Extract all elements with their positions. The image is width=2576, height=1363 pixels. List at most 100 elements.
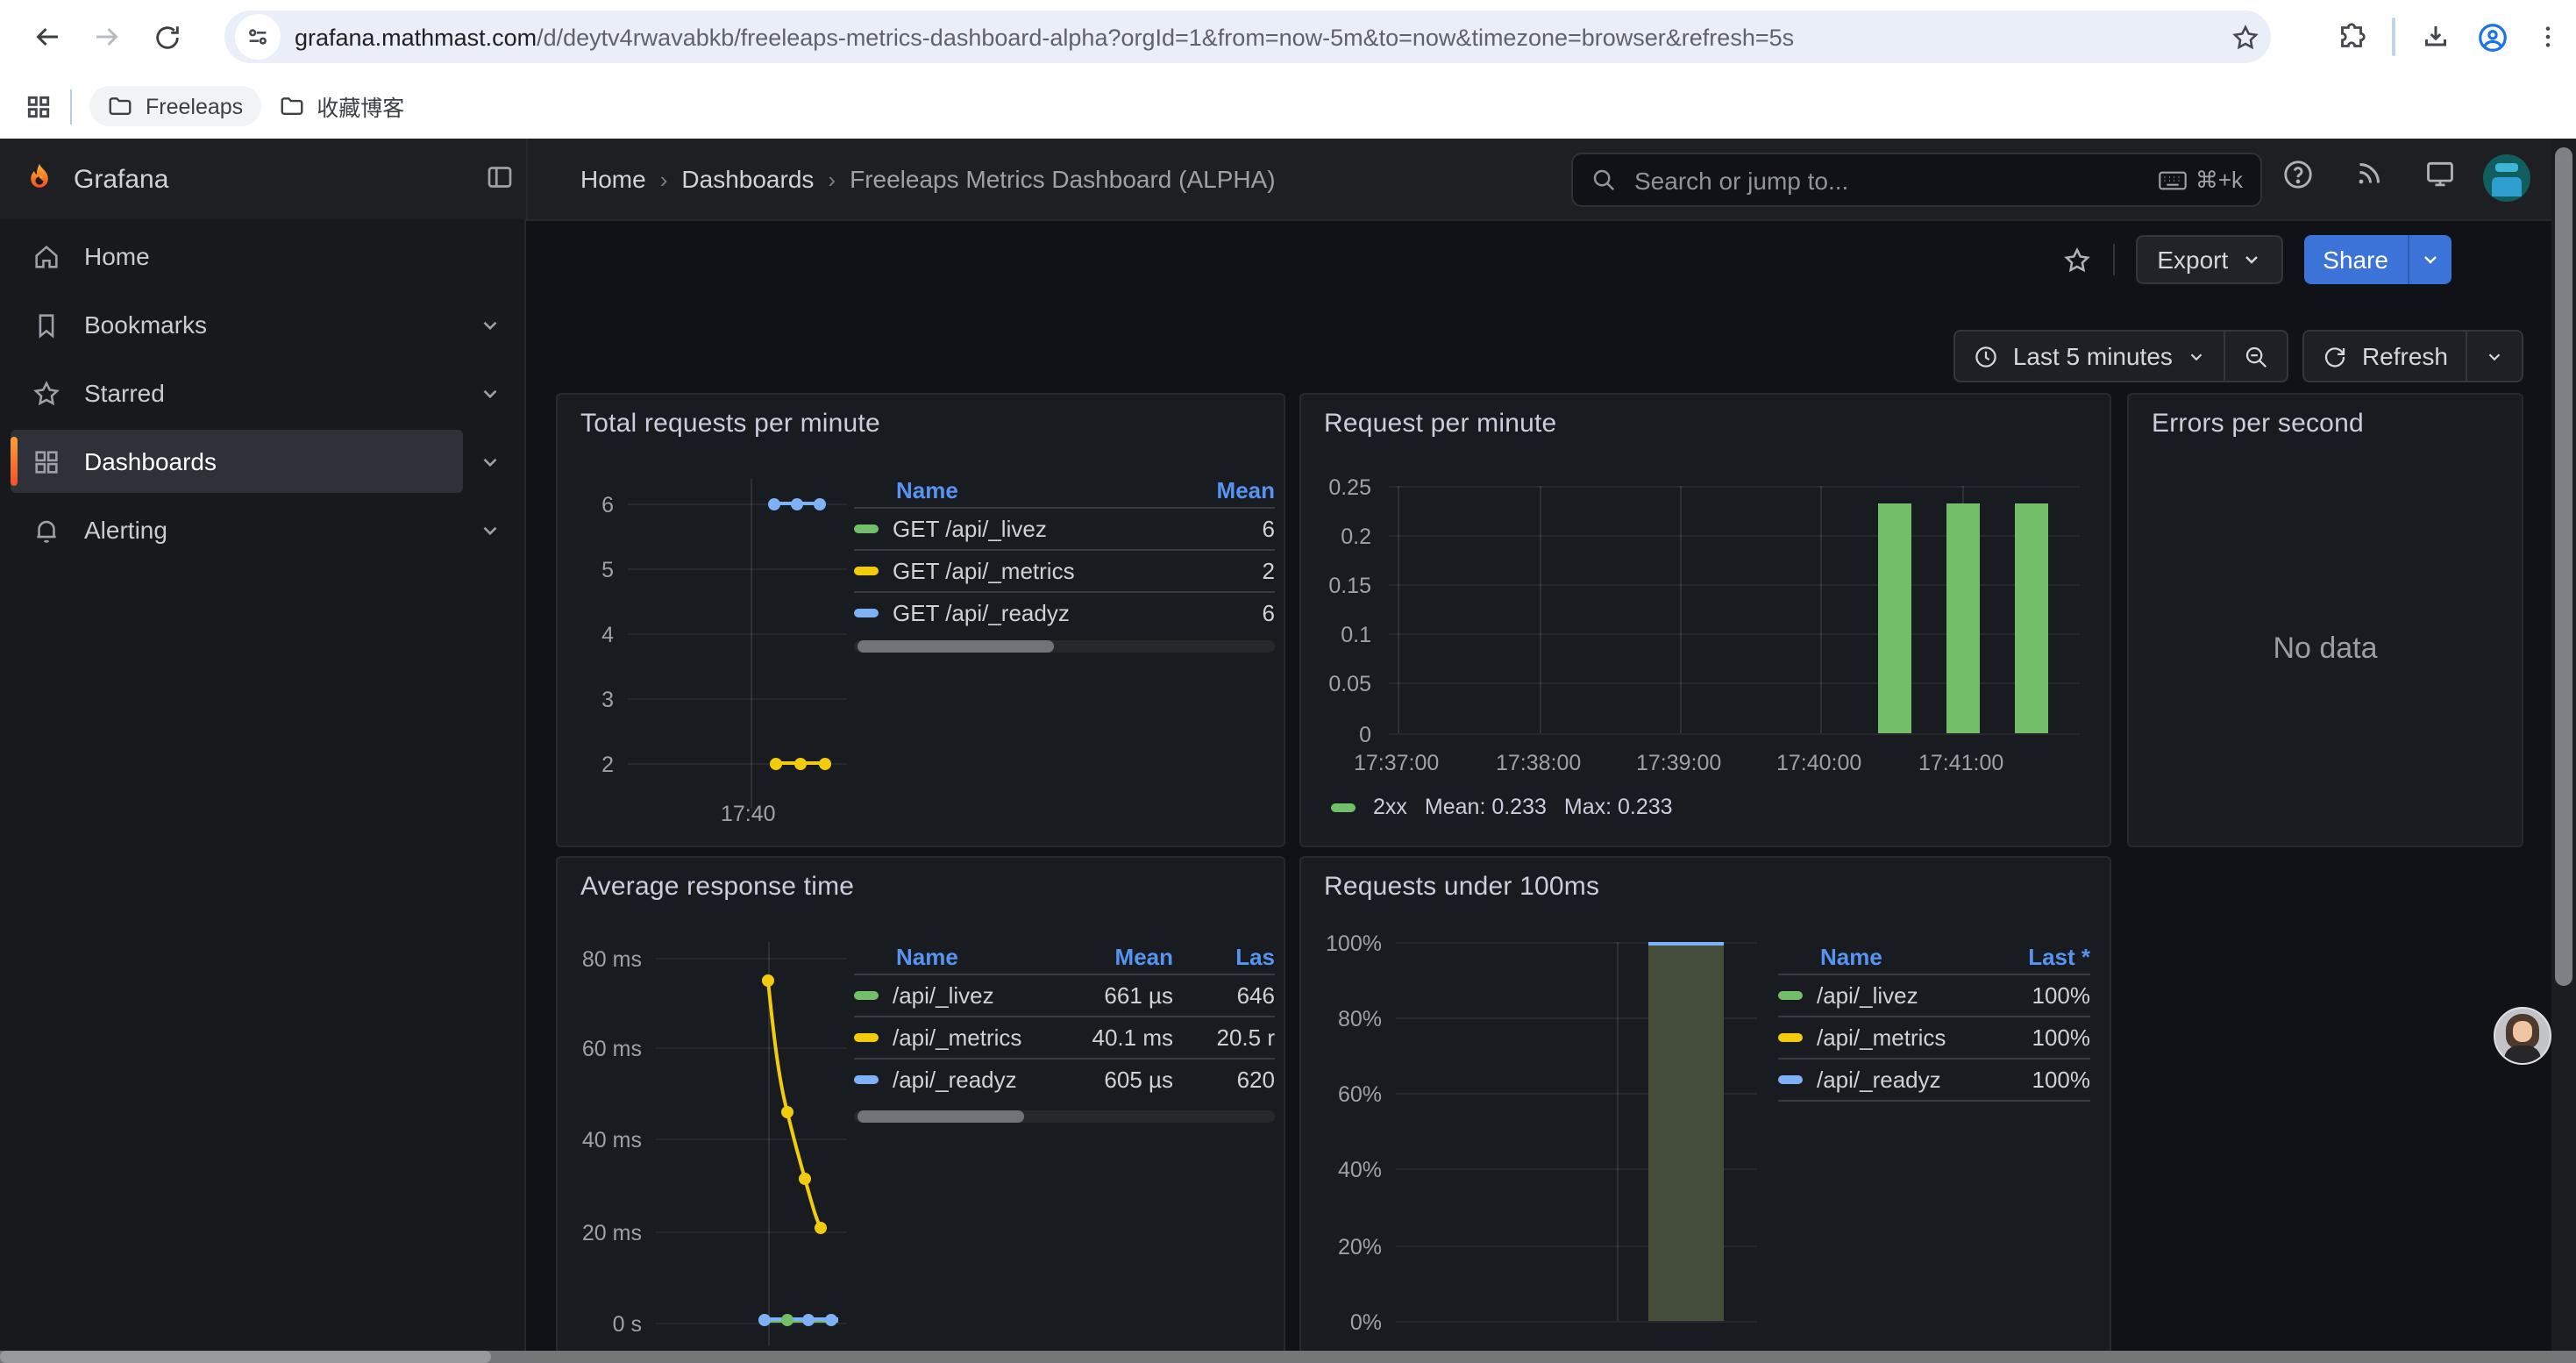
user-avatar[interactable] [2483,154,2530,202]
sidebar-item-label: Dashboards [84,447,217,475]
back-icon[interactable] [18,7,77,67]
url-bar[interactable]: grafana.mathmast.com/d/deytv4rwavabkb/fr… [224,11,2271,63]
legend-row[interactable]: /api/_metrics 100% [1778,1016,2090,1058]
breadcrumb-dashboards[interactable]: Dashboards [681,165,814,193]
x-tick: 17:40:00 [1776,751,1861,775]
time-controls: Last 5 minutes Refresh [1953,330,2523,382]
y-tick: 20% [1308,1235,1382,1260]
collapse-sidebar-icon[interactable] [484,161,516,193]
legend-row[interactable]: /api/_readyz 605 µs 620 [854,1058,1275,1100]
refresh-button[interactable]: Refresh [2304,332,2466,381]
profile-icon[interactable] [2476,20,2509,54]
share-button-group: Share [2303,235,2451,284]
panel-requests-under-100ms: Requests under 100ms 100% 80% 60% 40% 20… [1299,856,2111,1363]
help-icon[interactable] [2281,158,2315,191]
chevron-down-icon[interactable] [479,518,502,541]
panel-total-requests-per-minute: Total requests per minute 6 5 4 3 2 17:4… [556,393,1285,847]
refresh-interval-chevron[interactable] [2466,332,2522,381]
export-button[interactable]: Export [2136,235,2282,284]
x-tick: 17:38:00 [1496,751,1581,775]
floating-profile-avatar[interactable] [2494,1007,2551,1065]
menu-kebab-icon[interactable] [2534,23,2562,51]
legend-row[interactable]: GET /api/_metrics 2 [854,549,1275,591]
apps-grid-icon[interactable] [25,92,53,120]
column-header-name[interactable]: Name [1820,943,1999,969]
chevron-down-icon[interactable] [479,313,502,336]
y-tick: 60% [1308,1082,1382,1107]
y-tick: 5 [572,558,614,582]
column-header-last[interactable]: Last * [1999,943,2090,969]
site-settings-icon[interactable] [235,14,281,60]
horizontal-scrollbar-track[interactable] [0,1351,2576,1363]
time-range-picker[interactable]: Last 5 minutes [1955,332,2224,381]
y-tick: 40% [1308,1158,1382,1182]
panel-errors-per-second: Errors per second No data [2127,393,2523,847]
extensions-icon[interactable] [2336,21,2367,53]
bookmark-label: 收藏博客 [317,89,404,123]
share-button[interactable]: Share [2303,235,2408,284]
chevron-down-icon[interactable] [479,450,502,473]
legend-row[interactable]: /api/_metrics 40.1 ms 20.5 r [854,1016,1275,1058]
breadcrumb: Home › Dashboards › Freeleaps Metrics Da… [580,139,1276,219]
legend-row[interactable]: /api/_livez 661 µs 646 [854,974,1275,1016]
breadcrumb-home[interactable]: Home [580,165,646,193]
search-box[interactable]: ⌘+k [1571,153,2262,207]
horizontal-scrollbar-thumb[interactable] [0,1351,491,1363]
column-header-name[interactable]: Name [896,943,1064,969]
bookmarks-bar: Freeleaps 收藏博客 [0,74,2576,139]
series-color-pill [1778,1033,1803,1042]
news-rss-icon[interactable] [2353,158,2385,189]
legend-header: Name Last * [1778,938,2090,974]
search-icon [1590,167,1617,193]
panel-legend: 2xx Mean: 0.233 Max: 0.233 [1331,795,1673,819]
grafana-brand[interactable]: Grafana [21,139,168,219]
legend-row[interactable]: /api/_livez 100% [1778,974,2090,1016]
y-tick: 2 [572,753,614,777]
vertical-scrollbar-thumb[interactable] [2555,147,2572,986]
panel-title[interactable]: Request per minute [1324,409,1556,439]
toolbar-separator [2392,18,2395,56]
y-tick: 6 [572,493,614,517]
bookmark-star-icon[interactable] [2231,22,2260,52]
legend-row[interactable]: /api/_readyz 100% [1778,1058,2090,1102]
search-input[interactable] [1631,164,2145,196]
column-header-last[interactable]: Las [1173,943,1275,969]
kiosk-monitor-icon[interactable] [2423,158,2457,191]
chevron-down-icon[interactable] [479,382,502,404]
chevron-down-icon [2420,249,2441,270]
column-header-mean[interactable]: Mean [1064,943,1173,969]
column-header-name[interactable]: Name [896,476,1170,503]
no-data-label: No data [2129,632,2522,667]
legend-scrollbar[interactable] [854,640,1275,653]
refresh-group: Refresh [2302,330,2523,382]
bar-2xx[interactable] [1946,503,1980,733]
sidebar-item-dashboards[interactable]: Dashboards [11,430,463,493]
area-fill-100pct[interactable] [1648,942,1724,1321]
star-dashboard-icon[interactable] [2062,245,2092,275]
column-header-mean[interactable]: Mean [1170,476,1275,503]
legend-scrollbar[interactable] [854,1110,1275,1123]
download-icon[interactable] [2420,21,2451,53]
sidebar-item-label: Alerting [84,516,167,544]
panel-title[interactable]: Errors per second [2152,409,2364,439]
sidebar-item-alerting[interactable]: Alerting [11,498,463,561]
sidebar-item-bookmarks[interactable]: Bookmarks [11,293,463,356]
bookmark-icon [32,310,61,339]
chevron-right-icon: › [660,166,668,192]
share-menu-chevron[interactable] [2408,235,2451,284]
bookmark-folder-blogs[interactable]: 收藏博客 [260,82,422,130]
reload-icon[interactable] [137,7,196,67]
bar-2xx[interactable] [2015,503,2048,733]
zoom-out-button[interactable] [2224,332,2287,381]
legend-series-name[interactable]: 2xx [1373,795,1407,819]
panel-title[interactable]: Requests under 100ms [1324,872,1599,902]
legend-row[interactable]: GET /api/_livez 6 [854,507,1275,549]
bar-2xx[interactable] [1878,503,1911,733]
bookmark-folder-freeleaps[interactable]: Freeleaps [89,86,260,126]
legend-row[interactable]: GET /api/_readyz 6 [854,591,1275,633]
sidebar-item-home[interactable]: Home [11,225,463,288]
panel-title[interactable]: Total requests per minute [580,409,880,439]
forward-icon[interactable] [77,7,137,67]
y-tick: 0.1 [1308,623,1371,647]
sidebar-item-starred[interactable]: Starred [11,361,463,425]
